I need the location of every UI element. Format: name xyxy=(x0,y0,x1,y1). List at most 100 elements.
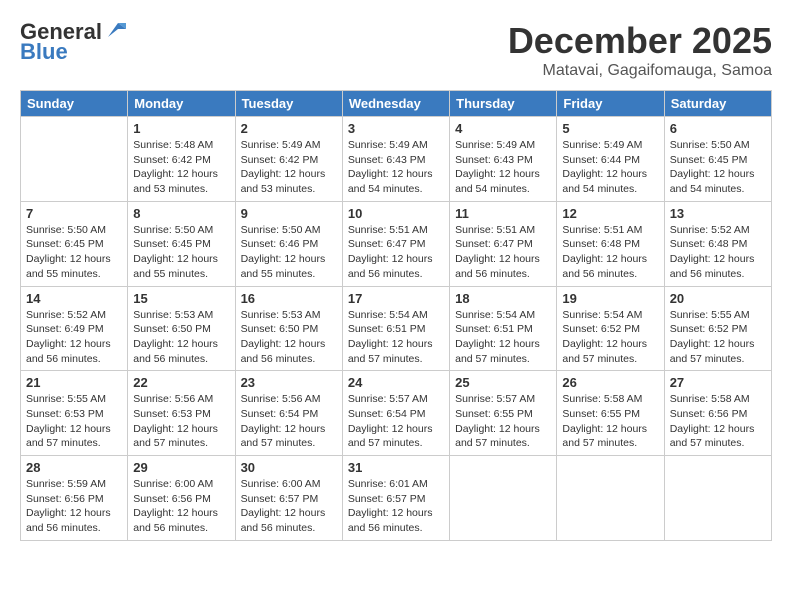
day-header-sunday: Sunday xyxy=(21,91,128,117)
calendar-cell xyxy=(21,117,128,202)
calendar-cell: 26Sunrise: 5:58 AM Sunset: 6:55 PM Dayli… xyxy=(557,371,664,456)
day-number: 22 xyxy=(133,375,229,390)
calendar-cell: 5Sunrise: 5:49 AM Sunset: 6:44 PM Daylig… xyxy=(557,117,664,202)
logo: General Blue xyxy=(20,20,126,64)
day-info: Sunrise: 5:58 AM Sunset: 6:55 PM Dayligh… xyxy=(562,392,658,451)
day-number: 6 xyxy=(670,121,766,136)
week-row-1: 1 Sunrise: 5:48 AM Sunset: 6:42 PM Daylig… xyxy=(21,117,772,202)
calendar-cell: 29Sunrise: 6:00 AM Sunset: 6:56 PM Dayli… xyxy=(128,456,235,541)
day-number: 21 xyxy=(26,375,122,390)
calendar-table: SundayMondayTuesdayWednesdayThursdayFrid… xyxy=(20,90,772,541)
calendar-cell: 8 Sunrise: 5:50 AM Sunset: 6:45 PM Daylig… xyxy=(128,201,235,286)
calendar-cell: 4 Sunrise: 5:49 AM Sunset: 6:43 PM Daylig… xyxy=(450,117,557,202)
week-row-4: 21Sunrise: 5:55 AM Sunset: 6:53 PM Dayli… xyxy=(21,371,772,456)
day-number: 25 xyxy=(455,375,551,390)
day-info: Sunrise: 5:55 AM Sunset: 6:52 PM Dayligh… xyxy=(670,308,766,367)
calendar-header-row: SundayMondayTuesdayWednesdayThursdayFrid… xyxy=(21,91,772,117)
day-number: 13 xyxy=(670,206,766,221)
day-number: 12 xyxy=(562,206,658,221)
calendar-cell xyxy=(450,456,557,541)
calendar-cell: 15 Sunrise: 5:53 AM Sunset: 6:50 PM Dayli… xyxy=(128,286,235,371)
day-header-thursday: Thursday xyxy=(450,91,557,117)
day-info: Sunrise: 5:51 AM Sunset: 6:47 PM Dayligh… xyxy=(348,223,444,282)
day-number: 28 xyxy=(26,460,122,475)
calendar-cell: 16 Sunrise: 5:53 AM Sunset: 6:50 PM Dayli… xyxy=(235,286,342,371)
day-info: Sunrise: 5:50 AM Sunset: 6:45 PM Dayligh… xyxy=(133,223,229,282)
day-info: Sunrise: 5:54 AM Sunset: 6:51 PM Dayligh… xyxy=(348,308,444,367)
day-info: Sunrise: 6:01 AM Sunset: 6:57 PM Dayligh… xyxy=(348,477,444,536)
day-info: Sunrise: 5:59 AM Sunset: 6:56 PM Dayligh… xyxy=(26,477,122,536)
calendar-cell: 19 Sunrise: 5:54 AM Sunset: 6:52 PM Dayli… xyxy=(557,286,664,371)
day-number: 31 xyxy=(348,460,444,475)
day-header-friday: Friday xyxy=(557,91,664,117)
day-number: 5 xyxy=(562,121,658,136)
calendar-cell: 25 Sunrise: 5:57 AM Sunset: 6:55 PM Dayli… xyxy=(450,371,557,456)
day-number: 2 xyxy=(241,121,337,136)
day-info: Sunrise: 5:54 AM Sunset: 6:51 PM Dayligh… xyxy=(455,308,551,367)
day-info: Sunrise: 5:53 AM Sunset: 6:50 PM Dayligh… xyxy=(241,308,337,367)
day-number: 3 xyxy=(348,121,444,136)
day-number: 9 xyxy=(241,206,337,221)
week-row-2: 7 Sunrise: 5:50 AM Sunset: 6:45 PM Daylig… xyxy=(21,201,772,286)
day-number: 1 xyxy=(133,121,229,136)
calendar-cell: 31 Sunrise: 6:01 AM Sunset: 6:57 PM Dayli… xyxy=(342,456,449,541)
calendar-cell xyxy=(664,456,771,541)
calendar-cell: 22Sunrise: 5:56 AM Sunset: 6:53 PM Dayli… xyxy=(128,371,235,456)
day-info: Sunrise: 5:58 AM Sunset: 6:56 PM Dayligh… xyxy=(670,392,766,451)
calendar-cell: 10 Sunrise: 5:51 AM Sunset: 6:47 PM Dayli… xyxy=(342,201,449,286)
calendar-cell: 1 Sunrise: 5:48 AM Sunset: 6:42 PM Daylig… xyxy=(128,117,235,202)
calendar-cell: 30 Sunrise: 6:00 AM Sunset: 6:57 PM Dayli… xyxy=(235,456,342,541)
title-block: December 2025 Matavai, Gagaifomauga, Sam… xyxy=(508,20,772,80)
week-row-3: 14 Sunrise: 5:52 AM Sunset: 6:49 PM Dayli… xyxy=(21,286,772,371)
day-number: 30 xyxy=(241,460,337,475)
day-info: Sunrise: 5:57 AM Sunset: 6:55 PM Dayligh… xyxy=(455,392,551,451)
day-info: Sunrise: 5:52 AM Sunset: 6:48 PM Dayligh… xyxy=(670,223,766,282)
calendar-cell: 28 Sunrise: 5:59 AM Sunset: 6:56 PM Dayli… xyxy=(21,456,128,541)
day-header-saturday: Saturday xyxy=(664,91,771,117)
day-info: Sunrise: 5:54 AM Sunset: 6:52 PM Dayligh… xyxy=(562,308,658,367)
calendar-cell: 27 Sunrise: 5:58 AM Sunset: 6:56 PM Dayli… xyxy=(664,371,771,456)
day-number: 16 xyxy=(241,291,337,306)
month-title: December 2025 xyxy=(508,20,772,62)
day-info: Sunrise: 5:51 AM Sunset: 6:48 PM Dayligh… xyxy=(562,223,658,282)
calendar-cell: 13 Sunrise: 5:52 AM Sunset: 6:48 PM Dayli… xyxy=(664,201,771,286)
day-number: 8 xyxy=(133,206,229,221)
day-info: Sunrise: 5:49 AM Sunset: 6:43 PM Dayligh… xyxy=(455,138,551,197)
calendar-cell: 21Sunrise: 5:55 AM Sunset: 6:53 PM Dayli… xyxy=(21,371,128,456)
logo-bird-icon xyxy=(104,19,126,41)
calendar-cell: 7 Sunrise: 5:50 AM Sunset: 6:45 PM Daylig… xyxy=(21,201,128,286)
calendar-cell: 18 Sunrise: 5:54 AM Sunset: 6:51 PM Dayli… xyxy=(450,286,557,371)
day-info: Sunrise: 5:48 AM Sunset: 6:42 PM Dayligh… xyxy=(133,138,229,197)
calendar-cell: 2 Sunrise: 5:49 AM Sunset: 6:42 PM Daylig… xyxy=(235,117,342,202)
day-info: Sunrise: 5:52 AM Sunset: 6:49 PM Dayligh… xyxy=(26,308,122,367)
week-row-5: 28 Sunrise: 5:59 AM Sunset: 6:56 PM Dayli… xyxy=(21,456,772,541)
day-number: 15 xyxy=(133,291,229,306)
calendar-cell: 12 Sunrise: 5:51 AM Sunset: 6:48 PM Dayli… xyxy=(557,201,664,286)
calendar-cell: 23Sunrise: 5:56 AM Sunset: 6:54 PM Dayli… xyxy=(235,371,342,456)
day-number: 4 xyxy=(455,121,551,136)
day-number: 19 xyxy=(562,291,658,306)
day-info: Sunrise: 5:49 AM Sunset: 6:42 PM Dayligh… xyxy=(241,138,337,197)
day-info: Sunrise: 6:00 AM Sunset: 6:57 PM Dayligh… xyxy=(241,477,337,536)
location-subtitle: Matavai, Gagaifomauga, Samoa xyxy=(508,62,772,80)
logo-blue-text: Blue xyxy=(20,39,68,64)
day-number: 14 xyxy=(26,291,122,306)
day-number: 18 xyxy=(455,291,551,306)
day-info: Sunrise: 5:51 AM Sunset: 6:47 PM Dayligh… xyxy=(455,223,551,282)
day-number: 27 xyxy=(670,375,766,390)
day-header-tuesday: Tuesday xyxy=(235,91,342,117)
calendar-cell: 24 Sunrise: 5:57 AM Sunset: 6:54 PM Dayli… xyxy=(342,371,449,456)
calendar-cell: 3 Sunrise: 5:49 AM Sunset: 6:43 PM Daylig… xyxy=(342,117,449,202)
calendar-cell: 9Sunrise: 5:50 AM Sunset: 6:46 PM Daylig… xyxy=(235,201,342,286)
page-header: General Blue December 2025 Matavai, Gaga… xyxy=(20,20,772,80)
day-info: Sunrise: 5:57 AM Sunset: 6:54 PM Dayligh… xyxy=(348,392,444,451)
day-info: Sunrise: 5:49 AM Sunset: 6:43 PM Dayligh… xyxy=(348,138,444,197)
day-info: Sunrise: 6:00 AM Sunset: 6:56 PM Dayligh… xyxy=(133,477,229,536)
day-number: 7 xyxy=(26,206,122,221)
day-info: Sunrise: 5:53 AM Sunset: 6:50 PM Dayligh… xyxy=(133,308,229,367)
day-info: Sunrise: 5:50 AM Sunset: 6:45 PM Dayligh… xyxy=(26,223,122,282)
calendar-cell: 14 Sunrise: 5:52 AM Sunset: 6:49 PM Dayli… xyxy=(21,286,128,371)
day-header-wednesday: Wednesday xyxy=(342,91,449,117)
day-number: 24 xyxy=(348,375,444,390)
day-number: 10 xyxy=(348,206,444,221)
